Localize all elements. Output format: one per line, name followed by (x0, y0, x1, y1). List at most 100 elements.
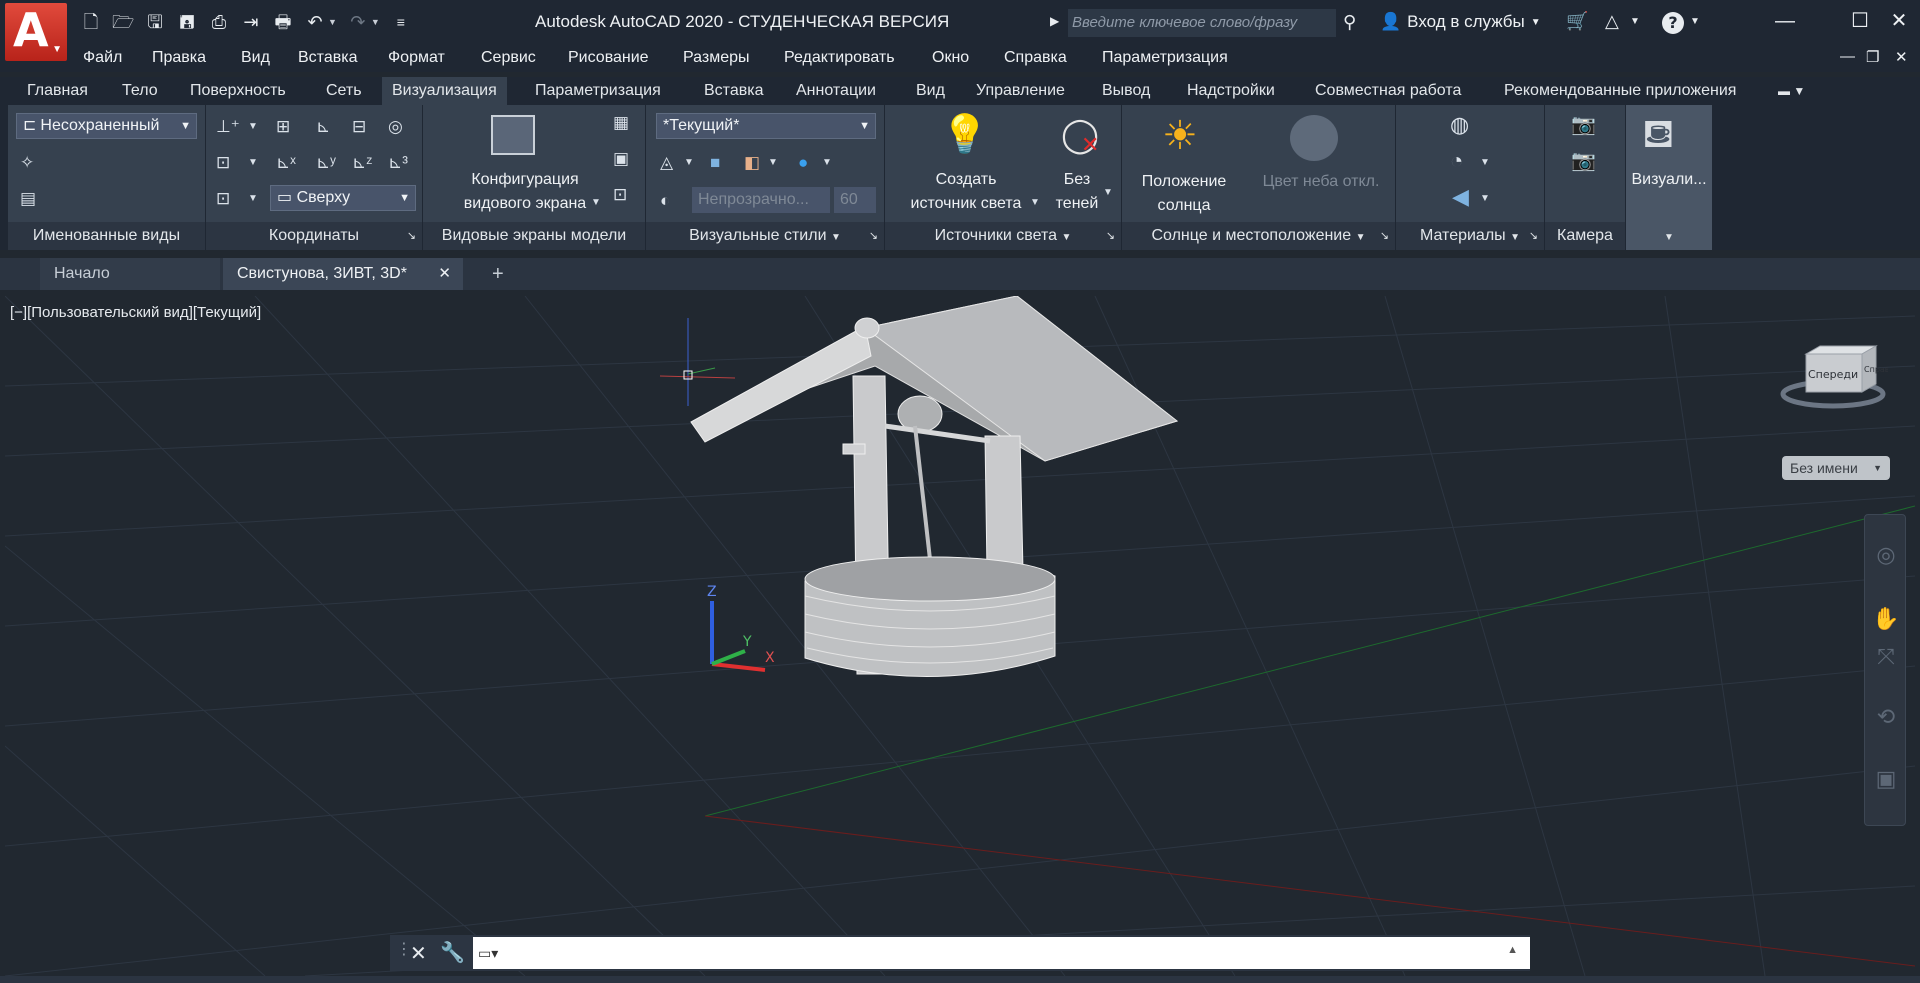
publish-icon[interactable]: ⎙ (208, 11, 230, 33)
showmotion-icon[interactable]: ▣ (1872, 765, 1900, 793)
shadows-line2[interactable]: теней (1055, 193, 1099, 214)
chevron-down-icon[interactable]: ▼ (768, 153, 778, 173)
ucs-origin-icon[interactable]: ⊡ (216, 153, 230, 173)
named-ucs-menu[interactable]: Без имени ▼ (1782, 456, 1890, 480)
steering-wheel-icon[interactable]: ◎ (1872, 541, 1900, 569)
ribbon-minimize-icon[interactable]: ▬ ▼ (1768, 77, 1815, 105)
shadows-line1[interactable]: Без (1055, 169, 1099, 190)
minimize-button[interactable]: — (1770, 8, 1800, 34)
launcher-icon[interactable]: ↘ (1106, 222, 1115, 250)
ucs-previous-icon[interactable]: ⊾ (316, 117, 330, 137)
new-tab-plus-icon[interactable]: + (478, 258, 518, 290)
doc-minimize-button[interactable]: — (1840, 48, 1855, 65)
tab-parametric[interactable]: Параметризация (525, 77, 671, 105)
edge-effects-icon[interactable]: ◬ (660, 153, 673, 173)
visual-style-combo[interactable]: *Текущий* ▼ (656, 113, 876, 139)
create-light-line2[interactable]: источник света (891, 193, 1041, 214)
ucs-globe-icon[interactable]: ◎ (388, 117, 403, 137)
create-light-line1[interactable]: Создать (891, 169, 1041, 190)
menu-modify[interactable]: Редактировать (784, 49, 895, 67)
signin-button[interactable]: 👤 Вход в службы ▼ (1380, 12, 1541, 32)
chevron-down-icon[interactable]: ▼ (1510, 232, 1520, 243)
command-history-icon[interactable]: ▲ (1507, 944, 1518, 956)
doc-close-button[interactable]: ✕ (1895, 48, 1908, 66)
well-model[interactable] (690, 296, 1179, 677)
a360-icon[interactable]: △ (1605, 11, 1619, 32)
save-icon[interactable]: 🖫 (144, 11, 166, 33)
shaded-cube-icon[interactable]: ■ (710, 153, 720, 173)
help-icon[interactable]: ? (1662, 12, 1684, 34)
ucs-z-icon[interactable]: ⊾ᶻ (352, 153, 372, 173)
tab-output[interactable]: Вывод (1092, 77, 1160, 105)
tab-collaborate[interactable]: Совместная работа (1305, 77, 1471, 105)
menu-edit[interactable]: Правка (152, 49, 206, 67)
chevron-down-icon[interactable]: ▼ (1356, 232, 1366, 243)
menu-window[interactable]: Окно (932, 49, 969, 67)
tab-surface[interactable]: Поверхность (180, 77, 296, 105)
customize-toolbar-icon[interactable]: ≡ (390, 11, 412, 33)
viewcube[interactable]: Спереди Справа (1778, 344, 1895, 416)
materials-browser-icon[interactable]: ◍ (1450, 114, 1469, 136)
close-icon[interactable]: ✕ (438, 258, 451, 290)
named-view-combo[interactable]: ⊏ Несохраненный ▼ (16, 113, 197, 139)
plot-icon[interactable]: 🖶 (272, 11, 294, 33)
menu-insert[interactable]: Вставка (298, 49, 357, 67)
create-light-icon[interactable]: 💡 (941, 113, 988, 157)
application-menu-button[interactable]: A ▼ (5, 3, 67, 61)
maximize-button[interactable]: ☐ (1845, 8, 1875, 34)
opacity-value[interactable]: 60 (834, 187, 876, 213)
chevron-down-icon[interactable]: ▼ (1690, 16, 1700, 27)
model-canvas[interactable]: Z X Y (5, 296, 1915, 976)
camera-icon[interactable]: 📷 (1571, 151, 1596, 171)
menu-view[interactable]: Вид (241, 49, 270, 67)
tab-solid[interactable]: Тело (112, 77, 168, 105)
view-manager-icon[interactable]: ▤ (20, 189, 36, 209)
viewport-config-icon[interactable] (491, 115, 535, 155)
chevron-down-icon[interactable]: ▼ (831, 232, 841, 243)
restore-viewports-icon[interactable]: ⊡ (613, 185, 627, 205)
file-tab-start[interactable]: Начало (40, 258, 220, 290)
close-button[interactable]: ✕ (1884, 8, 1914, 34)
binoculars-icon[interactable]: ⚲ (1343, 12, 1356, 33)
chevron-down-icon[interactable]: ▼ (1480, 189, 1490, 209)
undo-dropdown-icon[interactable]: ▼ (328, 17, 337, 27)
viewport-controls-label[interactable]: [−][Пользовательский вид][Текущий] (10, 304, 261, 321)
redo-icon[interactable]: ↷ (347, 11, 369, 33)
menu-draw[interactable]: Рисование (568, 49, 649, 67)
face-style-icon[interactable]: ◧ (744, 153, 760, 173)
menu-dimension[interactable]: Размеры (683, 49, 750, 67)
chevron-down-icon[interactable]: ▼ (1061, 232, 1071, 243)
named-viewports-icon[interactable]: ▦ (613, 113, 629, 133)
launcher-icon[interactable]: ↘ (869, 222, 878, 250)
chevron-down-icon[interactable]: ▼ (591, 193, 601, 213)
chevron-down-icon[interactable]: ▼ (1103, 183, 1113, 203)
command-prompt-icon[interactable]: ▭▾ (478, 945, 498, 962)
wrench-icon[interactable]: 🔧 (440, 940, 465, 965)
launcher-icon[interactable]: ↘ (1380, 222, 1389, 250)
file-tab-drawing[interactable]: Свистунова, 3ИВТ, 3D* ✕ (223, 258, 463, 290)
close-icon[interactable]: ✕ (410, 941, 427, 966)
redo-dropdown-icon[interactable]: ▼ (371, 17, 380, 27)
menu-parametric[interactable]: Параметризация (1102, 49, 1228, 67)
panel-render-expand[interactable]: ▼ (1626, 222, 1712, 250)
menu-tools[interactable]: Сервис (481, 49, 536, 67)
cart-icon[interactable]: 🛒 (1566, 11, 1588, 32)
material-mapping-icon[interactable]: ◔ (1450, 150, 1463, 172)
tab-annotate[interactable]: Аннотации (786, 77, 886, 105)
chevron-down-icon[interactable]: ▼ (684, 153, 694, 173)
launcher-icon[interactable]: ↘ (1529, 222, 1538, 250)
tab-insert[interactable]: Вставка (694, 77, 773, 105)
chevron-right-icon[interactable]: ▶ (1050, 14, 1059, 28)
xray-icon[interactable]: ◐ (660, 191, 670, 211)
sphere-icon[interactable]: ● (798, 153, 808, 173)
command-input[interactable] (473, 937, 1530, 969)
create-camera-icon[interactable]: 📷 (1571, 115, 1596, 135)
menu-help[interactable]: Справка (1004, 49, 1067, 67)
opacity-field[interactable]: Непрозрачно... (692, 187, 830, 213)
save-as-icon[interactable]: 🖪 (176, 11, 198, 33)
tab-visualize[interactable]: Визуализация (382, 77, 507, 105)
ucs-world-icon[interactable]: ⊞ (276, 117, 290, 137)
new-view-icon[interactable]: ✧ (20, 153, 34, 173)
ucs-x-icon[interactable]: ⊾ˣ (276, 153, 296, 173)
orbit-icon[interactable]: ⟲ (1872, 703, 1900, 731)
